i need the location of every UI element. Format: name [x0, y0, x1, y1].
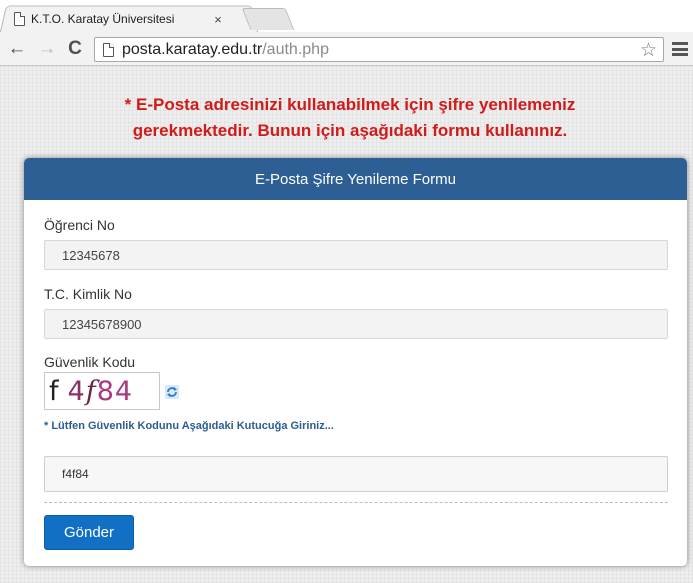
browser-tab-strip: K.T.O. Karatay Üniversitesi × — [0, 0, 693, 32]
student-no-label: Öğrenci No — [44, 217, 115, 233]
password-renewal-form: E-Posta Şifre Yenileme Formu Öğrenci No … — [24, 158, 687, 566]
page-icon — [103, 42, 114, 57]
tc-no-field: 12345678900 — [44, 309, 668, 339]
page-icon — [14, 12, 25, 26]
forward-arrow-icon[interactable]: → — [34, 36, 60, 62]
tc-no-label: T.C. Kimlik No — [44, 286, 132, 302]
new-tab-button[interactable] — [241, 8, 295, 30]
browser-tab-content: K.T.O. Karatay Üniversitesi × — [14, 6, 225, 32]
back-arrow-icon[interactable]: ← — [4, 36, 30, 62]
security-code-label: Güvenlik Kodu — [44, 354, 136, 370]
url-text[interactable]: posta.karatay.edu.tr/auth.php — [122, 41, 329, 59]
tab-close-icon[interactable]: × — [211, 12, 225, 27]
address-bar[interactable]: posta.karatay.edu.tr/auth.php ☆ — [94, 37, 664, 62]
bookmark-star-icon[interactable]: ☆ — [640, 39, 657, 62]
notice-line-2: gerekmektedir. Bunun için aşağıdaki form… — [132, 121, 568, 140]
menu-hamburger-icon[interactable] — [672, 41, 688, 57]
url-host: posta.karatay.edu.tr — [122, 40, 263, 58]
captcha-image: f 4 f 84 — [44, 372, 160, 410]
captcha-char: f — [85, 375, 97, 407]
form-divider — [44, 502, 668, 503]
browser-toolbar: ← → C posta.karatay.edu.tr/auth.php ☆ — [0, 32, 693, 66]
tab-title[interactable]: K.T.O. Karatay Üniversitesi — [31, 12, 205, 26]
captcha-char: 84 — [96, 375, 134, 407]
notice-line-1: * E-Posta adresinizi kullanabilmek için … — [124, 95, 576, 114]
submit-button[interactable]: Gönder — [44, 515, 134, 550]
security-code-input[interactable] — [44, 456, 668, 492]
url-path: /auth.php — [262, 40, 329, 58]
captcha-hint: * Lütfen Güvenlik Kodunu Aşağıdaki Kutuc… — [44, 420, 334, 432]
password-renewal-notice: * E-Posta adresinizi kullanabilmek için … — [60, 92, 640, 144]
captcha-char: 4 — [67, 375, 86, 407]
reload-icon[interactable]: C — [62, 36, 88, 62]
refresh-captcha-icon[interactable] — [165, 385, 179, 399]
form-title: E-Posta Şifre Yenileme Formu — [24, 158, 687, 200]
student-no-field: 12345678 — [44, 240, 668, 270]
captcha-char: f — [49, 375, 60, 407]
